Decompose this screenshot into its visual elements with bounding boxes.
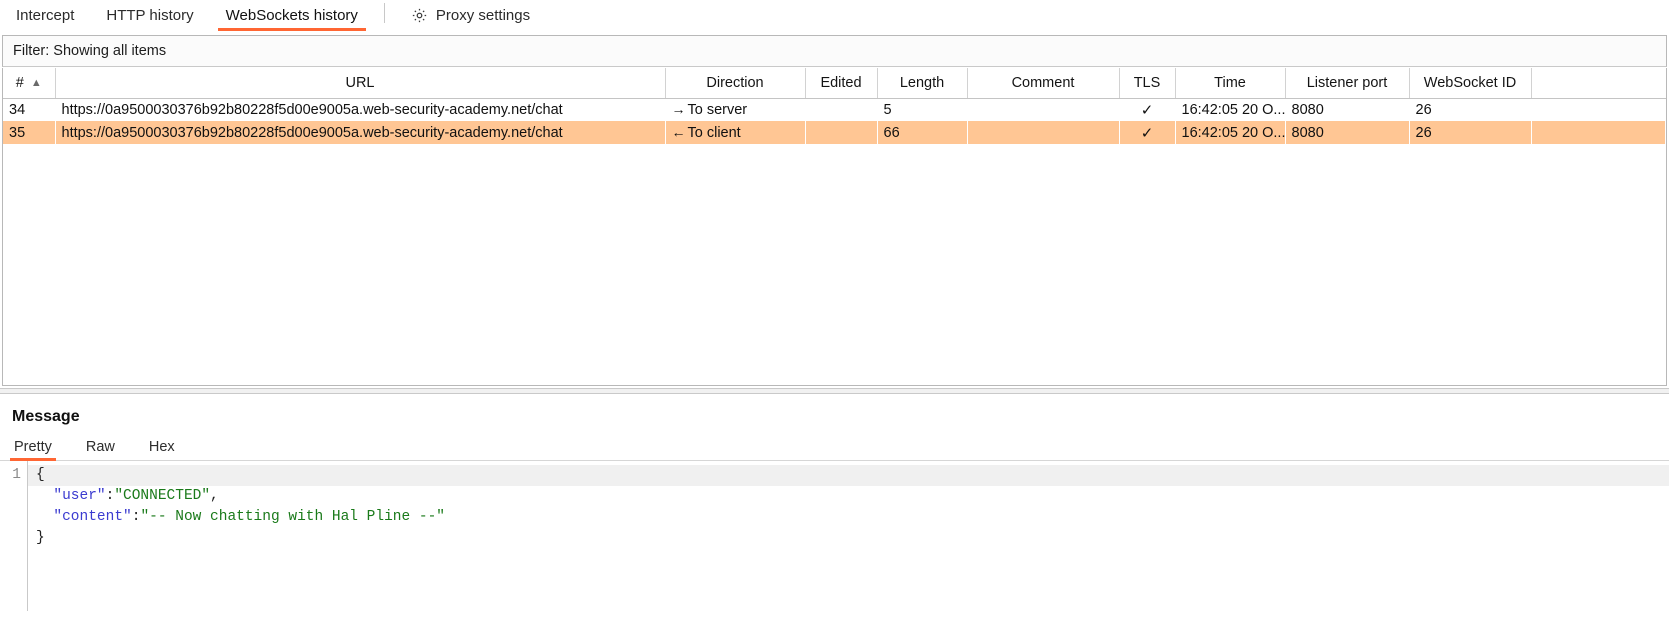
cell-websocket-id: 26 <box>1409 98 1531 121</box>
column-header-time-label: Time <box>1214 75 1246 91</box>
code-line-2: "user":"CONNECTED", <box>28 486 1669 507</box>
tab-hex-label: Hex <box>149 439 175 455</box>
gear-icon <box>411 7 428 24</box>
cell-direction: ←To client <box>665 121 805 144</box>
tab-pretty[interactable]: Pretty <box>12 439 66 460</box>
code-brace-close: } <box>36 530 45 546</box>
cell-filler <box>1531 98 1666 121</box>
table-header-row: #▲ URL Direction Edited Length Comment T… <box>3 68 1666 98</box>
cell-direction-label: To client <box>688 125 741 141</box>
cell-direction: →To server <box>665 98 805 121</box>
column-header-length[interactable]: Length <box>877 68 967 98</box>
filter-bar[interactable]: Filter: Showing all items <box>2 35 1667 67</box>
tab-intercept[interactable]: Intercept <box>0 0 90 31</box>
tab-http-history-label: HTTP history <box>106 7 193 24</box>
cell-url: https://0a9500030376b92b80228f5d00e9005a… <box>55 121 665 144</box>
column-header-time[interactable]: Time <box>1175 68 1285 98</box>
column-header-url-label: URL <box>345 75 374 91</box>
message-panel: Message Pretty Raw Hex 1 { "user":"CONNE… <box>0 394 1669 611</box>
cell-tls: ✓ <box>1119 121 1175 144</box>
proxy-settings-label: Proxy settings <box>436 7 530 24</box>
websockets-history-table: #▲ URL Direction Edited Length Comment T… <box>3 68 1666 144</box>
tab-intercept-label: Intercept <box>16 7 74 24</box>
column-header-comment-label: Comment <box>1012 75 1075 91</box>
message-body-editor[interactable]: 1 { "user":"CONNECTED", "content":"-- No… <box>0 461 1669 611</box>
cell-listener-port: 8080 <box>1285 121 1409 144</box>
cell-direction-label: To server <box>688 102 748 118</box>
table-row[interactable]: 35 https://0a9500030376b92b80228f5d00e90… <box>3 121 1666 144</box>
cell-time: 16:42:05 20 O... <box>1175 121 1285 144</box>
cell-time: 16:42:05 20 O... <box>1175 98 1285 121</box>
websockets-history-table-container[interactable]: #▲ URL Direction Edited Length Comment T… <box>2 68 1667 386</box>
tab-raw[interactable]: Raw <box>84 439 129 460</box>
cell-edited <box>805 98 877 121</box>
code-line-1: { <box>28 465 1669 486</box>
column-header-filler <box>1531 68 1666 98</box>
column-header-edited-label: Edited <box>820 75 861 91</box>
column-header-listener-port[interactable]: Listener port <box>1285 68 1409 98</box>
proxy-tab-strip: Intercept HTTP history WebSockets histor… <box>0 0 1669 31</box>
column-header-num-label: # <box>16 75 24 91</box>
filter-label: Filter: Showing all items <box>13 43 166 59</box>
tab-strip-divider <box>384 3 385 23</box>
tab-hex[interactable]: Hex <box>147 439 189 460</box>
cell-url: https://0a9500030376b92b80228f5d00e9005a… <box>55 98 665 121</box>
arrow-right-icon: → <box>672 101 688 117</box>
cell-listener-port: 8080 <box>1285 98 1409 121</box>
json-value-content: "-- Now chatting with Hal Pline --" <box>140 509 445 525</box>
arrow-left-icon: ← <box>672 124 688 140</box>
json-key-content: "content" <box>53 509 131 525</box>
cell-filler <box>1531 121 1666 144</box>
line-number-gutter: 1 <box>0 461 28 611</box>
line-number: 1 <box>0 465 21 486</box>
column-header-listener-port-label: Listener port <box>1307 75 1388 91</box>
tab-websockets-history[interactable]: WebSockets history <box>210 0 374 31</box>
cell-num: 34 <box>3 98 55 121</box>
column-header-edited[interactable]: Edited <box>805 68 877 98</box>
json-key-user: "user" <box>53 488 105 504</box>
cell-num: 35 <box>3 121 55 144</box>
code-line-4: } <box>28 528 1669 549</box>
column-header-url[interactable]: URL <box>55 68 665 98</box>
column-header-direction[interactable]: Direction <box>665 68 805 98</box>
column-header-comment[interactable]: Comment <box>967 68 1119 98</box>
message-view-tabs: Pretty Raw Hex <box>0 434 1669 461</box>
message-body-code[interactable]: { "user":"CONNECTED", "content":"-- Now … <box>28 461 1669 611</box>
sort-ascending-icon: ▲ <box>31 77 42 89</box>
message-panel-title: Message <box>12 394 1669 428</box>
tab-websockets-history-label: WebSockets history <box>226 7 358 24</box>
cell-edited <box>805 121 877 144</box>
table-row[interactable]: 34 https://0a9500030376b92b80228f5d00e90… <box>3 98 1666 121</box>
json-comma: , <box>210 488 219 504</box>
json-value-user: "CONNECTED" <box>114 488 210 504</box>
code-brace-open: { <box>36 467 45 483</box>
column-header-tls[interactable]: TLS <box>1119 68 1175 98</box>
cell-websocket-id: 26 <box>1409 121 1531 144</box>
cell-length: 66 <box>877 121 967 144</box>
tab-http-history[interactable]: HTTP history <box>90 0 209 31</box>
code-line-3: "content":"-- Now chatting with Hal Plin… <box>28 507 1669 528</box>
tab-pretty-label: Pretty <box>14 439 52 455</box>
column-header-tls-label: TLS <box>1134 75 1161 91</box>
column-header-websocket-id[interactable]: WebSocket ID <box>1409 68 1531 98</box>
column-header-direction-label: Direction <box>706 75 763 91</box>
cell-comment <box>967 121 1119 144</box>
cell-comment <box>967 98 1119 121</box>
column-header-websocket-id-label: WebSocket ID <box>1424 75 1516 91</box>
cell-tls: ✓ <box>1119 98 1175 121</box>
cell-length: 5 <box>877 98 967 121</box>
column-header-num[interactable]: #▲ <box>3 68 55 98</box>
proxy-settings-button[interactable]: Proxy settings <box>395 0 546 31</box>
tab-raw-label: Raw <box>86 439 115 455</box>
column-header-length-label: Length <box>900 75 944 91</box>
